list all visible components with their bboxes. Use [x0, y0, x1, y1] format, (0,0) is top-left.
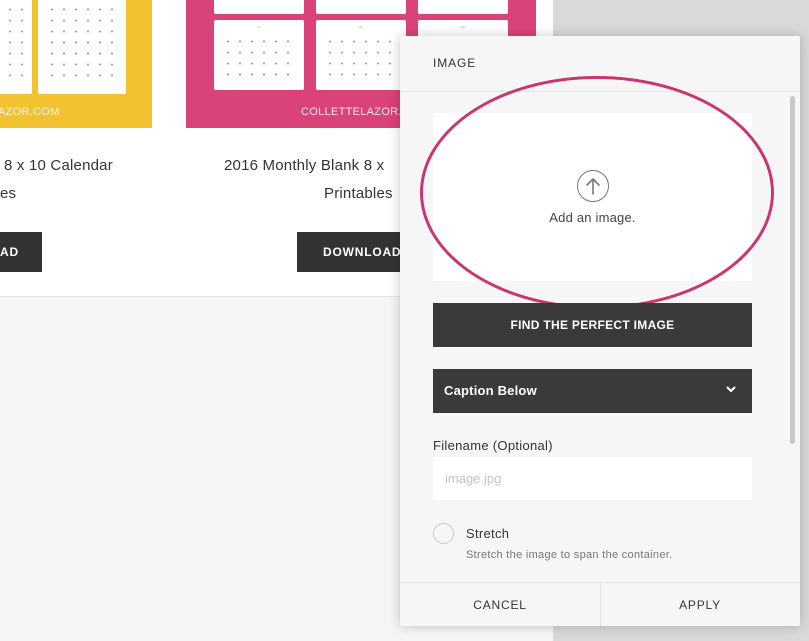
calendar-sheet: ~ [214, 20, 304, 90]
apply-button[interactable]: APPLY [600, 583, 800, 626]
upload-arrow-icon[interactable] [577, 170, 609, 202]
calendar-sheet [0, 0, 32, 94]
watermark: AZOR.COM [0, 106, 60, 118]
find-perfect-image-label: FIND THE PERFECT IMAGE [510, 318, 675, 332]
dialog-header: IMAGE [400, 36, 800, 92]
caption-select-value: Caption Below [444, 383, 537, 398]
filename-input[interactable] [433, 457, 752, 500]
calendar-sheet [214, 0, 304, 14]
cancel-button[interactable]: CANCEL [400, 583, 600, 626]
dialog-footer: CANCEL APPLY [400, 582, 800, 626]
calendar-sheet: ~ [316, 20, 406, 90]
apply-button-label: APPLY [679, 598, 721, 612]
filename-label: Filename (Optional) [433, 438, 553, 453]
download-button[interactable]: AD [0, 232, 42, 272]
product-title-line1: 2016 Monthly Blank 8 x [224, 157, 385, 174]
stretch-label[interactable]: Stretch [466, 526, 509, 541]
dialog-scrollbar-thumb[interactable] [790, 96, 795, 444]
watermark: COLLETTELAZOR.C [301, 106, 411, 118]
chevron-down-icon [726, 386, 736, 392]
dialog-title: IMAGE [433, 56, 477, 70]
calendar-sheet [316, 0, 406, 14]
image-settings-dialog: IMAGE Add an image. FIND THE PERFECT IMA… [400, 36, 800, 626]
add-image-text[interactable]: Add an image. [433, 210, 752, 225]
caption-position-select[interactable]: Caption Below [433, 369, 752, 413]
product-title-line2: Printables [324, 185, 393, 202]
image-drop-zone[interactable]: Add an image. [433, 113, 752, 281]
product-title-line1: 8 x 10 Calendar [4, 157, 113, 174]
product-image-yellow-calendar[interactable]: AZOR.COM [0, 0, 152, 128]
cancel-button-label: CANCEL [473, 598, 527, 612]
download-button[interactable]: DOWNLOAD [297, 232, 417, 272]
download-button-label: DOWNLOAD [323, 245, 402, 259]
stretch-description: Stretch the image to span the container. [466, 549, 673, 561]
calendar-sheet [418, 0, 508, 14]
product-title-line2: es [0, 185, 17, 202]
find-perfect-image-button[interactable]: FIND THE PERFECT IMAGE [433, 303, 752, 347]
download-button-label: AD [0, 245, 19, 259]
calendar-sheet [38, 0, 126, 94]
stretch-radio[interactable] [433, 523, 454, 544]
